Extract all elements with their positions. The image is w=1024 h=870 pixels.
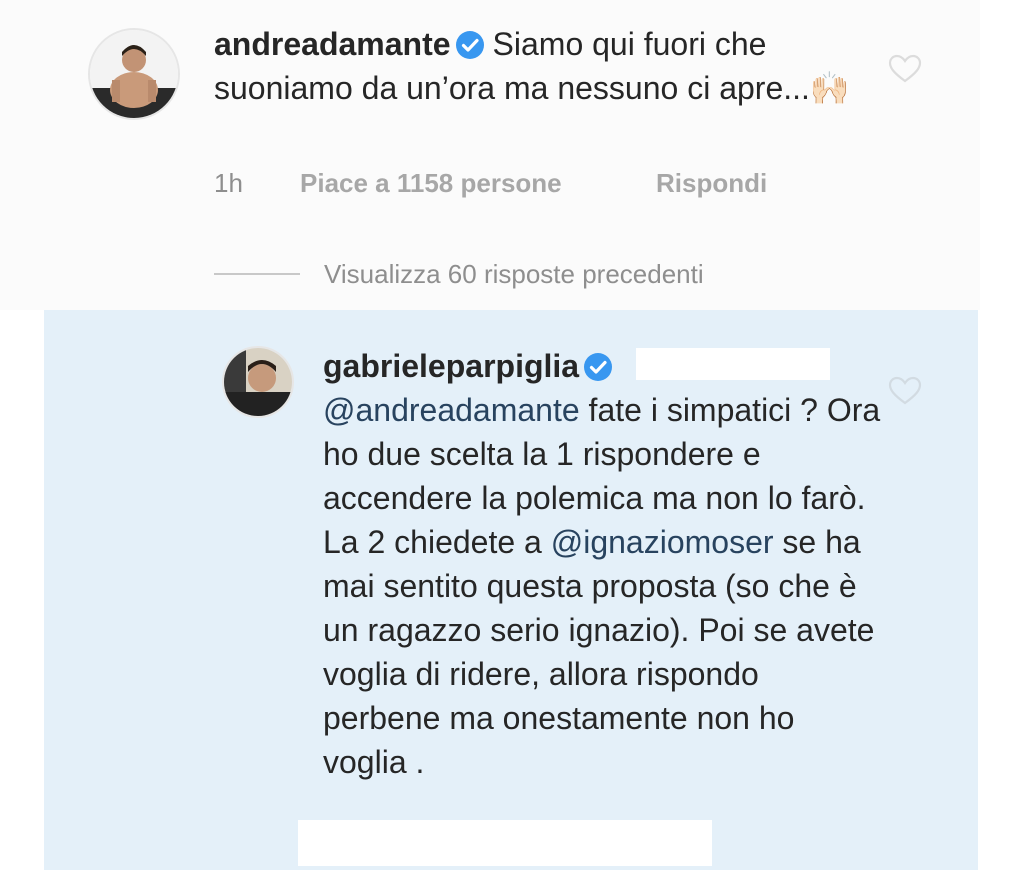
like-heart-icon[interactable] [888,376,922,406]
replier-avatar[interactable] [222,346,294,418]
avatar-photo-icon [224,348,292,416]
mention-link[interactable]: @ignaziomoser [551,524,774,560]
raised-hands-emoji-icon: 🙌🏻 [809,70,850,106]
like-heart-icon[interactable] [888,54,922,84]
avatar-photo-icon [90,30,178,118]
view-replies-label[interactable]: Visualizza 60 risposte precedenti [324,254,704,294]
commenter-avatar[interactable] [88,28,180,120]
reply-body: gabrieleparpiglia @andreadamante fate i … [323,344,883,784]
reply-button[interactable]: Rispondi [656,168,767,199]
reply-text-part2: se ha mai sentito questa proposta (so ch… [323,524,875,780]
verified-badge-icon [455,30,485,60]
likes-count-link[interactable]: Piace a 1158 persone [300,168,562,199]
page-margin [980,0,1024,870]
divider-line [214,273,300,275]
comment-body: andreadamante Siamo qui fuori che suoniam… [214,22,914,110]
redaction-box [298,820,712,866]
mention-link[interactable]: @andreadamante [323,392,580,428]
verified-badge-icon [583,352,613,382]
comment-username[interactable]: andreadamante [214,26,451,62]
redaction-box [636,348,830,380]
comment-timestamp: 1h [214,168,243,198]
reply-username[interactable]: gabrieleparpiglia [323,348,579,384]
